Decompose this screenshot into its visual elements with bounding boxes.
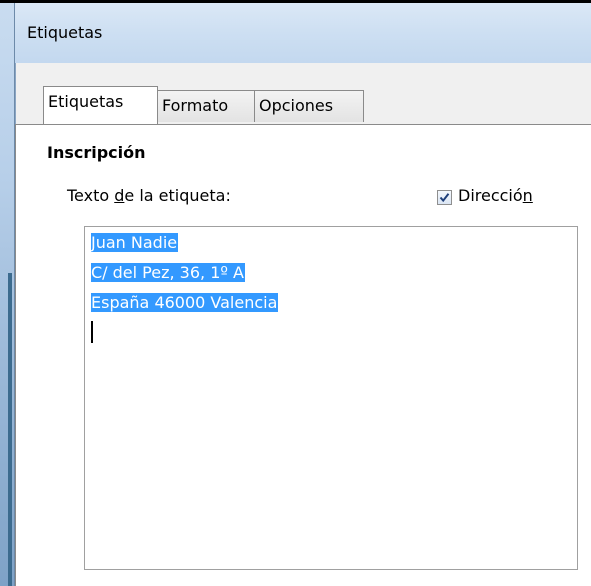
label-text-line-2: C/ del Pez, 36, 1º A [91, 263, 245, 282]
tab-etiquetas[interactable]: Etiquetas [43, 86, 158, 124]
text-caret [91, 321, 93, 343]
parent-window-strip [8, 273, 12, 586]
section-title-inscripcion: Inscripción [47, 143, 146, 162]
label-text-caption: Texto de la etiqueta: [67, 186, 231, 205]
address-checkbox-label[interactable]: Dirección [458, 186, 533, 205]
label-text-line-3: España 46000 Valencia [91, 293, 279, 312]
check-icon [439, 193, 450, 203]
dialog-titlebar[interactable]: Etiquetas [15, 3, 591, 64]
screen: Etiquetas Etiquetas Formato Opciones Ins… [0, 0, 591, 586]
dialog-title: Etiquetas [27, 23, 103, 42]
tab-formato[interactable]: Formato [157, 90, 255, 122]
label-text-area[interactable]: Juan Nadie C/ del Pez, 36, 1º A España 4… [84, 226, 578, 570]
parent-window-frame [0, 3, 15, 586]
address-checkbox[interactable] [437, 190, 452, 205]
label-text-line-1: Juan Nadie [91, 233, 179, 252]
tab-opciones[interactable]: Opciones [254, 90, 364, 122]
